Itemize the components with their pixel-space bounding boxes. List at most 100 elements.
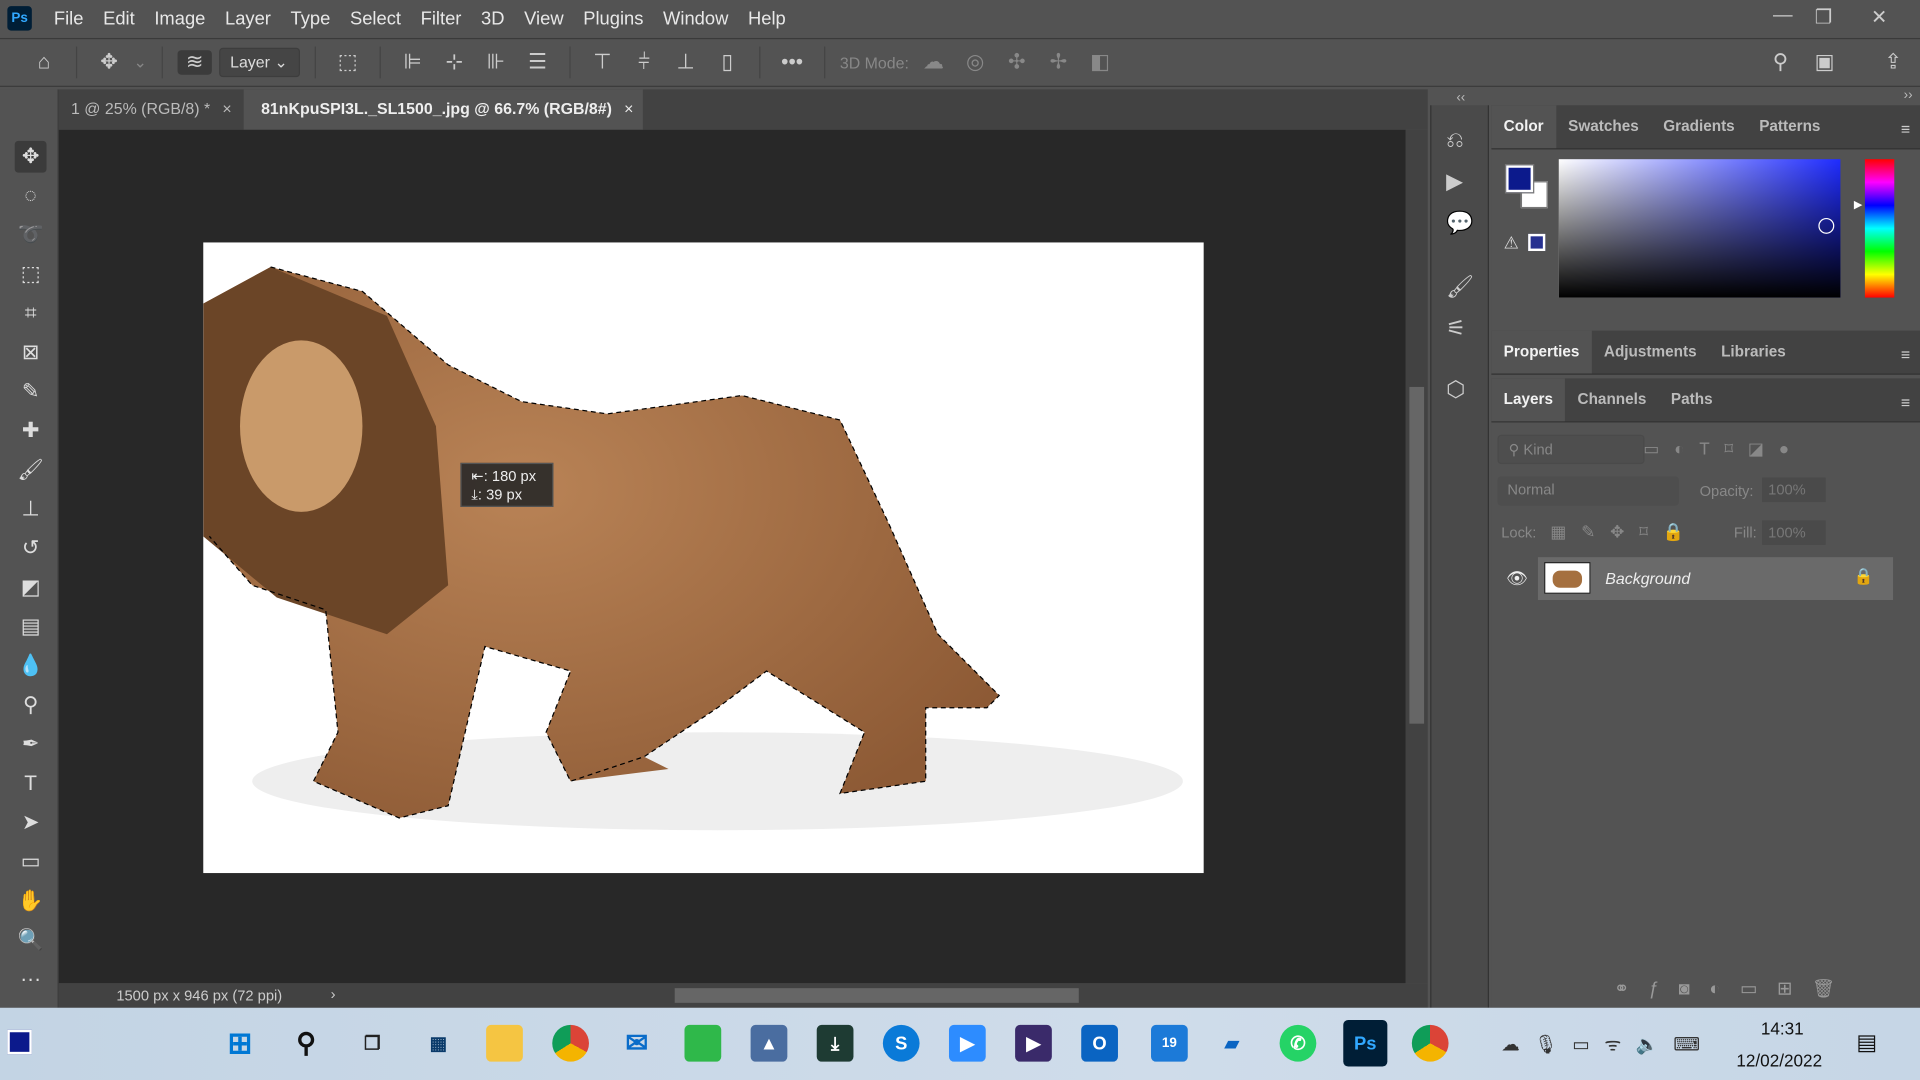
vertical-scrollbar[interactable] [1405,129,1428,984]
menu-view[interactable]: View [514,8,573,29]
3d-pan-icon[interactable]: ✣ [1000,50,1034,74]
zoom-icon[interactable]: ▶ [948,1024,986,1062]
actions-play-icon[interactable]: ▶ [1446,169,1463,195]
distribute-vertical-icon[interactable]: ▯ [710,50,744,74]
more-tools[interactable]: ··· [15,964,47,996]
whatsapp-icon[interactable]: ✆ [1279,1024,1317,1062]
outlook-icon[interactable]: O [1081,1024,1118,1062]
minimize-button[interactable]: — [1773,5,1793,27]
distribute-icon[interactable]: ☰ [520,50,554,74]
share-icon[interactable]: ⇪ [1876,50,1910,74]
close-tab-icon[interactable]: × [624,99,633,117]
brush-settings-icon[interactable]: 🖌 [1446,274,1474,300]
crop-tool[interactable]: ⌗ [15,298,47,330]
opacity-input[interactable]: 100% [1762,477,1826,503]
menu-3d[interactable]: 3D [471,8,514,29]
menu-plugins[interactable]: Plugins [573,8,653,29]
align-center-icon[interactable]: ⊹ [437,50,471,74]
search-icon[interactable]: ⚲ [1763,50,1797,74]
panel-menu-icon[interactable]: ≡ [1901,345,1910,363]
stamp-tool[interactable]: ⊥ [15,493,47,525]
eyedropper-tool[interactable]: ✎ [15,376,47,408]
marquee-tool[interactable]: ◌ [15,180,47,212]
restore-button[interactable]: ❐ [1815,5,1833,29]
mail-icon[interactable]: ✉ [618,1025,655,1062]
layer-kind-filter[interactable]: ⚲ Kind [1497,434,1645,465]
visibility-eye-icon[interactable]: 👁 [1506,568,1528,589]
panel-menu-icon[interactable]: ≡ [1901,393,1910,411]
tab-color[interactable]: Color [1491,105,1556,149]
layer-filter-icons[interactable]: ▭◐T⌑◪● [1643,438,1804,459]
chrome-profile-icon[interactable] [1411,1024,1449,1062]
color-field[interactable] [1558,159,1841,298]
move-tool[interactable]: ✥ [14,140,47,173]
close-tab-icon[interactable]: × [222,99,231,117]
3d-cube-icon[interactable]: ⬡ [1446,377,1465,403]
start-icon[interactable]: ⊞ [222,1025,259,1062]
align-bottom-icon[interactable]: ⊥ [668,50,702,74]
menu-filter[interactable]: Filter [411,8,471,29]
align-left-icon[interactable]: ⊫ [395,50,429,74]
frame-tool[interactable]: ⊠ [15,337,47,369]
video-app-icon[interactable]: ▶ [1015,1024,1052,1062]
transform-controls-icon[interactable]: ⬚ [330,50,364,74]
canvas-area[interactable]: ⇤: 180 px ⤓: 39 px [58,129,1406,984]
search-taskbar-icon[interactable]: ⚲ [288,1025,325,1062]
green-app-icon[interactable] [684,1024,722,1062]
comments-icon[interactable]: 💬 [1446,211,1473,237]
notifications-icon[interactable]: ▤ [1856,1030,1877,1056]
menu-window[interactable]: Window [653,8,738,29]
dodge-tool[interactable]: ⚲ [15,689,47,721]
brush-tool[interactable]: 🖌 [15,454,47,486]
tab-document-1[interactable]: 1 @ 25% (RGB/8) * × [59,89,244,129]
calendar-icon[interactable]: 19 [1151,1024,1188,1062]
object-selection-tool[interactable]: ⬚ [15,258,47,290]
history-icon[interactable]: ⎌ [1446,127,1464,153]
3d-slide-icon[interactable]: ✢ [1041,50,1075,74]
color-picker-handle[interactable] [1818,217,1835,234]
widgets-icon[interactable]: ▦ [420,1025,457,1062]
layer-name[interactable]: Background [1605,569,1690,587]
tab-layers[interactable]: Layers [1491,378,1566,422]
blur-tool[interactable]: 💧 [15,650,47,682]
hue-slider[interactable] [1864,159,1895,298]
horizontal-scrollbar[interactable] [674,988,1079,1003]
zoom-tool[interactable]: 🔍 [15,924,47,956]
blend-mode-select[interactable]: Normal [1497,476,1679,506]
more-icon[interactable]: ••• [775,50,809,74]
panel-menu-icon[interactable]: ≡ [1901,120,1910,138]
system-tray-icons[interactable]: ☁🎙▭ᯤ🔈⌨ [1501,1032,1714,1056]
brushes-icon[interactable]: ⚟ [1446,316,1466,342]
color-foreground-swatch[interactable] [1504,164,1535,194]
healing-brush-tool[interactable]: ✚ [15,415,47,447]
align-right-icon[interactable]: ⊪ [479,50,513,74]
task-view-icon[interactable]: ❐ [354,1025,391,1062]
tab-adjustments[interactable]: Adjustments [1592,331,1709,374]
gamut-swatch[interactable] [1528,233,1546,252]
layer-dropdown[interactable]: Layer ⌄ [219,47,300,78]
collapse-panels-icon[interactable]: ‹‹ [1431,91,1490,106]
layer-row-background[interactable]: Background 🔒 [1537,557,1894,601]
hand-tool[interactable]: ✋ [15,885,47,917]
history-brush-tool[interactable]: ↺ [15,533,47,565]
move-tool-icon[interactable]: ✥ [92,50,126,74]
fill-input[interactable]: 100% [1762,520,1826,545]
download-app-icon[interactable]: ⤓ [816,1024,854,1062]
menu-image[interactable]: Image [145,8,216,29]
close-button[interactable]: ✕ [1871,5,1887,29]
menu-select[interactable]: Select [340,8,411,29]
layer-panel-footer-icons[interactable]: ⚭ƒ◙◐▭⊞🗑 [1614,977,1855,999]
home-icon[interactable]: ⌂ [27,50,61,74]
chrome-icon[interactable] [552,1024,589,1062]
document-canvas[interactable] [203,242,1204,874]
3d-roll-icon[interactable]: ◎ [958,50,992,74]
align-top-icon[interactable]: ⊤ [585,50,619,74]
menu-help[interactable]: Help [738,8,795,29]
pen-tool[interactable]: ✒ [15,729,47,761]
tab-channels[interactable]: Channels [1565,378,1658,421]
menu-file[interactable]: File [44,8,93,29]
menu-edit[interactable]: Edit [93,8,144,29]
gamut-warning-icon[interactable]: ⚠ [1504,233,1519,254]
lock-icons[interactable]: ▦✎✥⌑🔒 [1550,522,1699,543]
photoshop-taskbar-icon[interactable]: Ps [1343,1020,1388,1067]
